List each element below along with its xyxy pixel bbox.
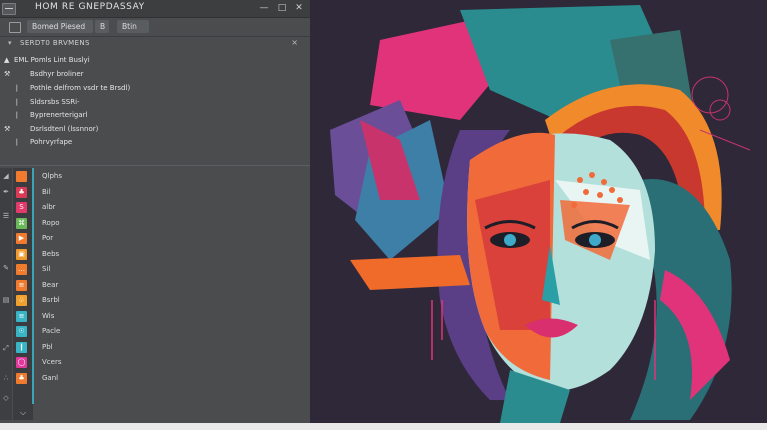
list-item[interactable]: ☉ Pacle [0, 325, 310, 340]
property-row[interactable]: ▲ EML Pomls Lint Buslyi [0, 55, 310, 67]
divider [0, 165, 310, 166]
title-bar: HOM RE GNEPDASSAY — □ ✕ [0, 0, 310, 18]
list-item[interactable]: ♣ Bil [0, 186, 310, 201]
list-item[interactable]: ≡ Bear [0, 279, 310, 294]
layer-label: Por [42, 234, 54, 242]
list-item[interactable]: ♣ Ganl [0, 372, 310, 387]
tool-icon: ⚒ [4, 125, 11, 133]
layer-sun-icon: ☉ [16, 326, 27, 337]
bar-icon: ❘ [14, 98, 20, 106]
list-item[interactable]: ♧ Bsrbl [0, 294, 310, 309]
layer-label: Bil [42, 187, 51, 196]
list-item[interactable]: … Sil [0, 263, 310, 278]
status-bar [0, 423, 767, 430]
layer-orange-icon [16, 171, 27, 182]
orange-shape [350, 255, 470, 290]
property-label: Sldsrsbs SSRi- [30, 98, 80, 106]
layer-label: Vcers [42, 358, 62, 366]
property-row[interactable]: ❘ Byprenerterigarl [0, 110, 310, 122]
bar-icon: ❘ [14, 138, 20, 146]
layer-red-icon: ♣ [16, 186, 27, 198]
minimize-icon[interactable]: — [259, 3, 269, 13]
toolbar: Bomed Piesed B Btin [0, 18, 310, 37]
property-row[interactable]: ⚒ Dsrlsdtenl (lssnnor) [0, 124, 310, 136]
property-label: EML Pomls Lint Buslyi [14, 56, 90, 64]
property-label: Dsrlsdtenl (lssnnor) [30, 125, 99, 133]
section-title: SERDT0 BRVMENS [20, 39, 90, 47]
list-item[interactable]: ◯ Vcers [0, 356, 310, 371]
preset-field[interactable]: Bomed Piesed [27, 20, 93, 33]
layer-label: Ganl [42, 373, 59, 382]
layer-label: Bear [42, 280, 59, 289]
close-icon[interactable]: ✕ [294, 3, 304, 13]
bar-icon: ❘ [14, 111, 20, 119]
layer-ring-icon: ◯ [16, 357, 27, 368]
property-label: Pothle delfrom vsdr te Brsdl) [30, 84, 131, 92]
property-label: Byprenerterigarl [30, 111, 88, 119]
triangle-icon: ▲ [4, 56, 10, 64]
layer-club-icon: ♧ [16, 295, 27, 306]
layer-bar-icon: ❙ [16, 341, 27, 353]
button-field[interactable]: Btin [117, 20, 149, 33]
artwork-canvas[interactable] [310, 0, 767, 423]
section-header[interactable]: ▾ SERDT0 BRVMENS × [0, 37, 310, 51]
layer-s-icon: S [16, 202, 27, 213]
layer-label: Bebs [42, 249, 60, 258]
list-item[interactable]: ⌘ Ropo [0, 217, 310, 232]
right-iris [589, 234, 601, 246]
layer-green-icon: ⌘ [16, 217, 27, 229]
menu-icon[interactable] [2, 3, 16, 15]
property-row[interactable]: ❘ Pohrvyrfape [0, 137, 310, 149]
list-item[interactable]: ▶ Por [0, 232, 310, 247]
list-item[interactable]: Qlphs [0, 170, 310, 185]
file-icon[interactable] [9, 22, 21, 33]
layer-menu-icon: ≡ [16, 279, 27, 291]
left-iris [504, 234, 516, 246]
window-title: HOM RE GNEPDASSAY [35, 2, 145, 12]
property-label: Bsdhyr broliner [30, 70, 84, 78]
layer-play-icon: ▶ [16, 233, 27, 244]
layer-label: Ropo [42, 218, 60, 227]
option-field[interactable]: B [95, 20, 109, 33]
layer-club2-icon: ♣ [16, 372, 27, 384]
shape-tool-icon[interactable]: ◇ [2, 394, 10, 402]
portrait-artwork [330, 5, 751, 423]
list-item[interactable]: Salbr [0, 201, 310, 216]
layer-label: albr [42, 203, 56, 211]
list-item[interactable]: ❙ Pbl [0, 341, 310, 356]
layer-label: Sil [42, 265, 51, 273]
list-item[interactable]: ≡ Wis [0, 310, 310, 325]
layer-label: Wis [42, 311, 55, 320]
property-row[interactable]: ⚒ Bsdhyr broliner [0, 69, 310, 81]
layer-lines-icon: ≡ [16, 310, 27, 322]
properties-panel: HOM RE GNEPDASSAY — □ ✕ Bomed Piesed B B… [0, 0, 310, 423]
property-row[interactable]: ❘ Sldsrsbs SSRi- [0, 97, 310, 109]
layer-label: Qlphs [42, 172, 62, 180]
chevron-down-icon[interactable]: ⌵ [20, 408, 26, 418]
tool-icon: ⚒ [4, 70, 11, 78]
layer-label: Pbl [42, 342, 53, 351]
layer-label: Bsrbl [42, 296, 60, 304]
property-row[interactable]: ❘ Pothle delfrom vsdr te Brsdl) [0, 83, 310, 95]
maximize-icon[interactable]: □ [277, 3, 287, 13]
list-item[interactable]: ▣ Bebs [0, 248, 310, 263]
property-label: Pohrvyrfape [30, 138, 73, 146]
layer-dots-icon: … [16, 264, 27, 275]
layer-label: Pacle [42, 327, 61, 335]
pin-icon[interactable]: × [291, 38, 298, 47]
layer-book-icon: ▣ [16, 248, 27, 260]
bar-icon: ❘ [14, 84, 20, 92]
chevron-down-icon[interactable]: ▾ [8, 39, 12, 47]
